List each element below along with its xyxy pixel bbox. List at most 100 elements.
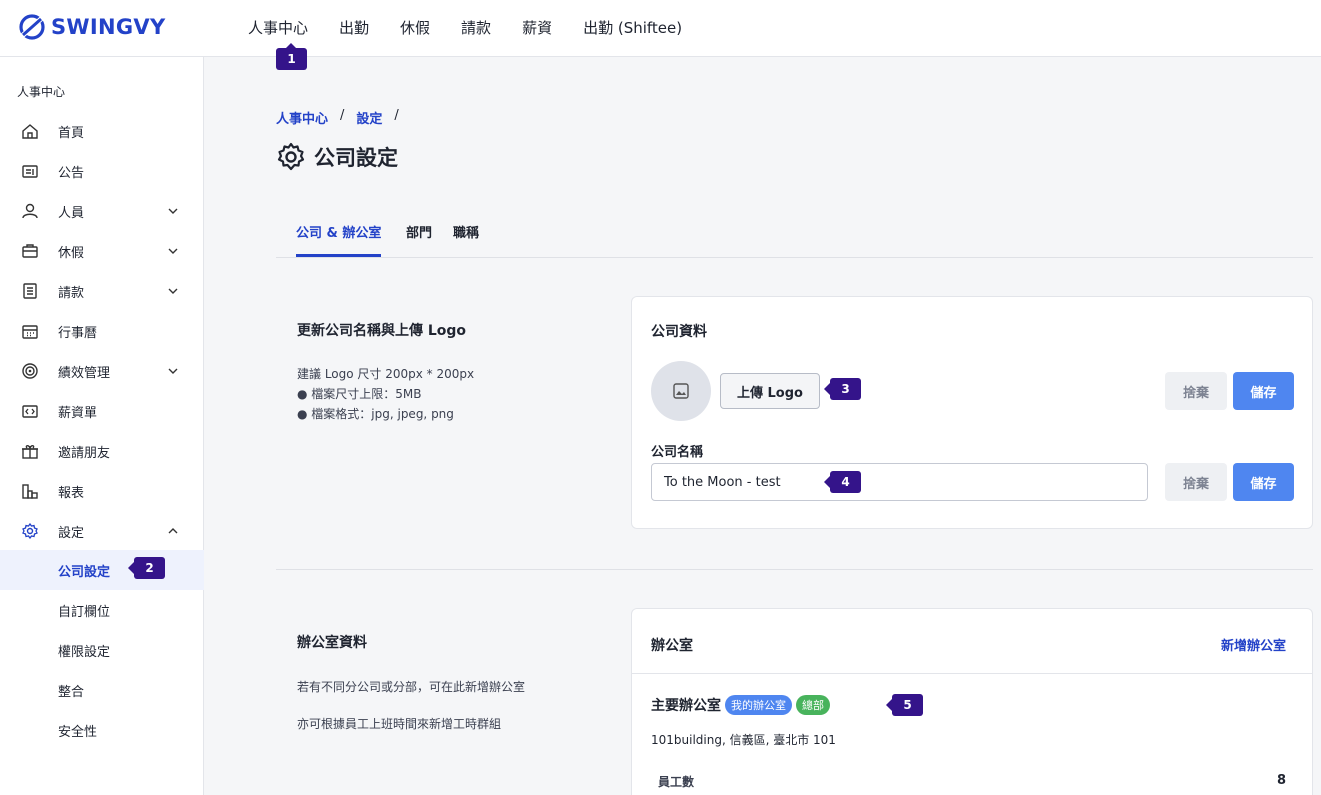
topnav-hr-center[interactable]: 人事中心 bbox=[248, 17, 308, 38]
sidebar-item-payslip[interactable]: 薪資單 bbox=[0, 391, 204, 431]
sidebar: 人事中心 首頁 公告 人員 休假 請款 行事曆 績效管理 薪資單 邀請朋友 報表… bbox=[0, 57, 204, 795]
chevron-down-icon[interactable] bbox=[167, 366, 179, 376]
upload-logo-button[interactable]: 上傳 Logo bbox=[720, 373, 820, 409]
topnav-payroll[interactable]: 薪資 bbox=[522, 17, 552, 38]
step-marker-5: 5 bbox=[886, 694, 923, 716]
add-office-link[interactable]: 新增辦公室 bbox=[1221, 635, 1286, 654]
tab-job-titles[interactable]: 職稱 bbox=[453, 222, 479, 257]
chevron-down-icon[interactable] bbox=[167, 246, 179, 256]
breadcrumb-separator: / bbox=[394, 108, 399, 123]
employee-count-label: 員工數 bbox=[658, 775, 695, 789]
chevron-up-icon[interactable] bbox=[167, 526, 179, 536]
office-section-desc-1: 若有不同分公司或分部，可在此新增辦公室 bbox=[297, 680, 526, 694]
save-name-button[interactable]: 儲存 bbox=[1233, 463, 1294, 501]
headquarters-badge: 總部 bbox=[796, 695, 830, 715]
chevron-down-icon[interactable] bbox=[167, 286, 179, 296]
topnav-leave[interactable]: 休假 bbox=[400, 17, 430, 38]
logo-placeholder bbox=[651, 361, 711, 421]
company-section-title: 更新公司名稱與上傳 Logo bbox=[297, 323, 467, 339]
sidebar-subitem-label: 整合 bbox=[58, 684, 85, 700]
office-section-desc-2: 亦可根據員工上班時間來新增工時群組 bbox=[297, 717, 502, 731]
sidebar-subitem-custom-fields[interactable]: 自訂欄位 bbox=[0, 590, 204, 630]
sidebar-item-label: 報表 bbox=[58, 485, 85, 501]
gift-icon bbox=[22, 445, 38, 459]
office-card-title: 辦公室 bbox=[651, 638, 693, 654]
person-icon bbox=[22, 203, 38, 219]
sidebar-item-settings[interactable]: 設定 bbox=[0, 511, 204, 551]
company-name-label: 公司名稱 bbox=[651, 445, 704, 460]
sidebar-subitem-label: 權限設定 bbox=[58, 644, 111, 660]
topnav-expense[interactable]: 請款 bbox=[461, 17, 491, 38]
sidebar-item-people[interactable]: 人員 bbox=[0, 191, 204, 231]
sidebar-subitem-label: 安全性 bbox=[58, 724, 98, 740]
sidebar-item-label: 邀請朋友 bbox=[58, 445, 111, 461]
my-office-badge: 我的辦公室 bbox=[725, 695, 792, 715]
sidebar-item-label: 人員 bbox=[58, 205, 85, 221]
sidebar-item-announcement[interactable]: 公告 bbox=[0, 151, 204, 191]
sidebar-subitem-integrations[interactable]: 整合 bbox=[0, 670, 204, 710]
announcement-icon bbox=[22, 165, 38, 178]
sidebar-item-label: 公告 bbox=[58, 165, 85, 181]
office-card: 辦公室 新增辦公室 主要辦公室 我的辦公室 總部 101building, 信義… bbox=[631, 608, 1313, 795]
sidebar-subitem-company-settings[interactable]: 公司設定 bbox=[0, 550, 204, 590]
office-card-divider bbox=[632, 673, 1312, 674]
sidebar-item-calendar[interactable]: 行事曆 bbox=[0, 311, 204, 351]
sidebar-item-label: 薪資單 bbox=[58, 405, 98, 421]
sidebar-item-performance[interactable]: 績效管理 bbox=[0, 351, 204, 391]
home-icon bbox=[22, 124, 38, 139]
gear-icon bbox=[277, 142, 305, 171]
breadcrumb-settings[interactable]: 設定 bbox=[356, 108, 382, 127]
sidebar-item-label: 設定 bbox=[58, 525, 85, 541]
company-card: 公司資料 上傳 Logo 捨棄 儲存 公司名稱 To the Moon - te… bbox=[631, 296, 1313, 529]
top-bar: SWINGVY 人事中心 出勤 休假 請款 薪資 出勤 (Shiftee) bbox=[0, 0, 1321, 57]
gear-icon bbox=[22, 523, 38, 539]
discard-logo-button[interactable]: 捨棄 bbox=[1165, 372, 1227, 410]
page-title-text: 公司設定 bbox=[314, 146, 398, 170]
sidebar-item-reports[interactable]: 報表 bbox=[0, 471, 204, 511]
sidebar-subitem-security[interactable]: 安全性 bbox=[0, 710, 204, 750]
top-nav: 人事中心 出勤 休假 請款 薪資 出勤 (Shiftee) bbox=[248, 17, 713, 38]
step-marker-3: 3 bbox=[824, 378, 861, 400]
sidebar-item-label: 休假 bbox=[58, 245, 85, 261]
swingvy-logo-icon bbox=[19, 14, 45, 40]
company-section-desc: 建議 Logo 尺寸 200px * 200px ● 檔案尺寸上限：5MB ● … bbox=[297, 364, 474, 424]
sidebar-item-label: 績效管理 bbox=[58, 365, 111, 381]
payslip-icon bbox=[22, 405, 38, 418]
sidebar-item-label: 行事曆 bbox=[58, 325, 98, 341]
report-icon bbox=[22, 484, 38, 499]
sidebar-section-title: 人事中心 bbox=[17, 85, 66, 99]
sidebar-item-home[interactable]: 首頁 bbox=[0, 111, 204, 151]
topnav-attendance[interactable]: 出勤 bbox=[339, 17, 369, 38]
sidebar-item-leave[interactable]: 休假 bbox=[0, 231, 204, 271]
office-row[interactable]: 主要辦公室 我的辦公室 總部 bbox=[651, 695, 830, 715]
company-card-title: 公司資料 bbox=[651, 324, 707, 340]
sidebar-item-expense[interactable]: 請款 bbox=[0, 271, 204, 311]
sidebar-subitem-label: 公司設定 bbox=[58, 564, 111, 580]
breadcrumb: 人事中心 / 設定 / bbox=[276, 108, 411, 127]
office-address: 101building, 信義區, 臺北市 101 bbox=[651, 733, 836, 747]
topnav-shiftee[interactable]: 出勤 (Shiftee) bbox=[583, 17, 682, 38]
step-marker-1: 1 bbox=[276, 43, 307, 70]
save-logo-button[interactable]: 儲存 bbox=[1233, 372, 1294, 410]
tab-company-office[interactable]: 公司 & 辦公室 bbox=[296, 222, 382, 257]
sidebar-subitem-permissions[interactable]: 權限設定 bbox=[0, 630, 204, 670]
logo-format-hint: ● 檔案格式：jpg, jpeg, png bbox=[297, 407, 454, 421]
logo-filesize-hint: ● 檔案尺寸上限：5MB bbox=[297, 387, 422, 401]
brand-logo[interactable]: SWINGVY bbox=[17, 12, 165, 42]
company-name-input[interactable]: To the Moon - test bbox=[651, 463, 1148, 501]
image-icon bbox=[673, 383, 689, 399]
sidebar-subitem-label: 自訂欄位 bbox=[58, 604, 111, 620]
chevron-down-icon[interactable] bbox=[167, 206, 179, 216]
sidebar-item-label: 請款 bbox=[58, 285, 85, 301]
breadcrumb-hr-center[interactable]: 人事中心 bbox=[276, 108, 328, 127]
sidebar-item-invite[interactable]: 邀請朋友 bbox=[0, 431, 204, 471]
discard-name-button[interactable]: 捨棄 bbox=[1165, 463, 1227, 501]
tab-bar: 公司 & 辦公室 部門 職稱 bbox=[276, 222, 1313, 258]
tab-departments[interactable]: 部門 bbox=[406, 222, 432, 257]
office-section-title: 辦公室資料 bbox=[297, 635, 367, 651]
breadcrumb-separator: / bbox=[340, 108, 345, 123]
employee-count-value: 8 bbox=[1276, 773, 1286, 788]
sidebar-item-label: 首頁 bbox=[58, 125, 85, 141]
briefcase-icon bbox=[22, 244, 38, 258]
target-icon bbox=[22, 363, 38, 379]
